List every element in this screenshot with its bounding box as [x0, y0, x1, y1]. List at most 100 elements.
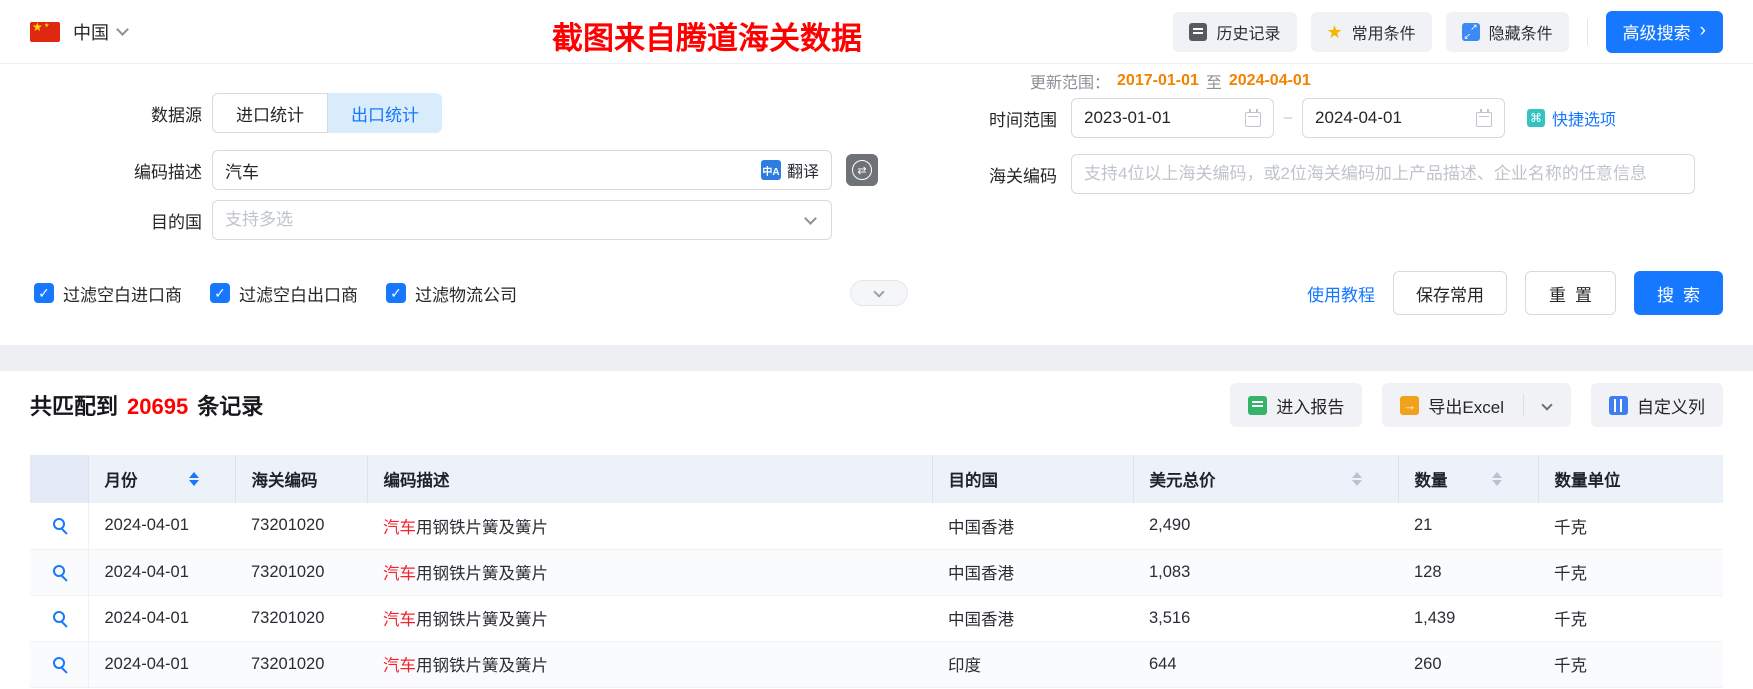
header-detail-column	[30, 455, 89, 503]
magnifier-icon[interactable]	[52, 564, 65, 577]
update-range: 更新范围： 2017-01-01 至 2024-04-01	[1030, 70, 1695, 92]
collapse-form-button[interactable]	[850, 280, 908, 306]
calendar-icon	[1476, 108, 1492, 127]
cell-qty: 21	[1398, 503, 1538, 550]
quick-options-label: 快捷选项	[1552, 112, 1617, 129]
enter-report-button[interactable]: 进入报告	[1230, 383, 1363, 427]
form-actions: 使用教程 保存常用 重置 搜索	[1307, 271, 1723, 315]
cell-desc: 汽车用钢铁片簧及簧片	[367, 595, 932, 642]
cell-dest: 印度	[932, 641, 1133, 688]
cell-hs-code: 73201020	[235, 549, 367, 596]
header-qty[interactable]: 数量	[1398, 455, 1539, 503]
export-excel-label: 导出Excel	[1428, 397, 1504, 417]
update-range-start: 2017-01-01	[1117, 72, 1199, 89]
cell-qty: 260	[1398, 641, 1538, 688]
cell-unit: 千克	[1538, 549, 1723, 596]
results-count: 20695	[127, 394, 189, 419]
search-button[interactable]: 搜索	[1634, 271, 1723, 315]
cell-month: 2024-04-01	[88, 595, 235, 642]
country-selector-label[interactable]: 中国	[73, 19, 109, 45]
dest-country-input[interactable]	[225, 210, 806, 230]
checkbox-filter-logistics[interactable]: ✓ 过滤物流公司	[386, 281, 517, 306]
time-range-label: 时间范围	[989, 110, 1057, 130]
checkbox-checked-icon: ✓	[210, 283, 230, 303]
chevron-down-icon	[804, 211, 817, 225]
quick-options-link[interactable]: ⌘ 快捷选项	[1527, 106, 1616, 130]
cell-month: 2024-04-01	[88, 641, 235, 688]
reset-button[interactable]: 重置	[1525, 271, 1616, 315]
divider	[1586, 18, 1588, 45]
hide-conditions-button[interactable]: ↗ ↙ 隐藏条件	[1445, 11, 1569, 52]
sort-icon-usd[interactable]	[1351, 471, 1362, 487]
hs-code-label: 海关编码	[989, 166, 1057, 186]
cell-qty: 128	[1398, 549, 1538, 596]
filter-checkboxes: ✓ 过滤空白进口商 ✓ 过滤空白出口商 ✓ 过滤物流公司	[34, 281, 517, 306]
translate-button[interactable]: 中A 翻译	[760, 158, 819, 182]
china-flag-icon: ★ ★	[30, 20, 60, 42]
star-icon: ★	[1326, 21, 1343, 42]
dest-country-select[interactable]	[212, 200, 832, 240]
form-right-column: 更新范围： 2017-01-01 至 2024-04-01 时间范围 2023-…	[955, 64, 1695, 194]
cell-dest: 中国香港	[932, 503, 1133, 550]
search-form: 数据源 进口统计 出口统计 编码描述 中A 翻译 ⇄ 目的国	[0, 64, 1753, 345]
date-range-dash: –	[1283, 109, 1293, 126]
cell-month: 2024-04-01	[88, 549, 235, 596]
checkbox-filter-blank-importer[interactable]: ✓ 过滤空白进口商	[34, 281, 182, 306]
history-button[interactable]: 历史记录	[1173, 11, 1297, 52]
checkbox-filter-blank-exporter[interactable]: ✓ 过滤空白出口商	[210, 281, 358, 306]
export-excel-button[interactable]: → 导出Excel	[1382, 383, 1571, 427]
cell-hs-code: 73201020	[235, 595, 367, 642]
cell-desc: 汽车用钢铁片簧及簧片	[367, 641, 932, 688]
command-icon: ⌘	[1527, 109, 1545, 127]
sort-icon-qty[interactable]	[1491, 471, 1502, 487]
chevron-down-icon	[873, 285, 885, 298]
translate-icon: 中A	[760, 160, 781, 180]
date-end-picker[interactable]: 2024-04-01	[1302, 98, 1505, 138]
advanced-search-button[interactable]: 高级搜索 ›	[1605, 10, 1723, 53]
form-left-column: 数据源 进口统计 出口统计 编码描述 中A 翻译 ⇄ 目的国	[0, 93, 878, 240]
cell-dest: 中国香港	[932, 549, 1133, 596]
topbar: ★ ★ 中国 截图来自腾道海关数据 历史记录 ★ 常用条件 ↗ ↙ 隐藏条件 高…	[0, 0, 1753, 64]
header-qty-unit: 数量单位	[1538, 455, 1723, 503]
favorites-button[interactable]: ★ 常用条件	[1310, 11, 1432, 52]
update-range-to: 至	[1205, 75, 1222, 92]
save-common-button[interactable]: 保存常用	[1393, 271, 1507, 315]
date-start-picker[interactable]: 2023-01-01	[1071, 98, 1274, 138]
header-month[interactable]: 月份	[88, 455, 236, 503]
magnifier-icon[interactable]	[52, 518, 65, 531]
tab-export-stats[interactable]: 出口统计	[328, 93, 442, 133]
tab-import-stats[interactable]: 进口统计	[212, 93, 328, 133]
code-desc-inputbox: 中A 翻译	[212, 150, 832, 190]
hs-code-input[interactable]	[1084, 164, 1682, 184]
section-gap	[0, 345, 1753, 371]
header-hs-code: 海关编码	[235, 455, 368, 503]
data-source-label: 数据源	[151, 105, 202, 125]
cell-desc: 汽车用钢铁片簧及簧片	[367, 549, 932, 596]
hs-code-inputbox	[1071, 154, 1695, 194]
results-header: 共匹配到 20695 条记录 进入报告 → 导出Excel 自定义列	[30, 383, 1723, 427]
tutorial-link[interactable]: 使用教程	[1307, 281, 1375, 306]
customize-columns-button[interactable]: 自定义列	[1591, 383, 1723, 427]
cell-hs-code: 73201020	[235, 503, 367, 550]
cell-hs-code: 73201020	[235, 641, 367, 688]
customize-columns-label: 自定义列	[1637, 397, 1705, 417]
magnifier-icon[interactable]	[52, 610, 65, 623]
code-desc-label: 编码描述	[134, 162, 202, 182]
swap-icon: ⇄	[852, 160, 872, 180]
checkbox-checked-icon: ✓	[34, 283, 54, 303]
results-table: 月份 海关编码 编码描述 目的国 美元总价 数量 数量单位 2024-04-01…	[30, 455, 1723, 688]
date-end-value: 2024-04-01	[1315, 108, 1402, 127]
code-desc-input[interactable]	[225, 160, 761, 180]
results-toolbar: 进入报告 → 导出Excel 自定义列	[1230, 383, 1723, 427]
chevron-down-icon[interactable]	[1541, 399, 1553, 411]
chevron-down-icon[interactable]	[116, 23, 129, 36]
cell-usd: 2,490	[1133, 503, 1398, 550]
calendar-icon	[1245, 108, 1261, 127]
swap-language-button[interactable]: ⇄	[846, 154, 878, 186]
magnifier-icon[interactable]	[52, 656, 65, 669]
enter-report-label: 进入报告	[1276, 397, 1345, 417]
sort-icon-month[interactable]	[188, 471, 199, 487]
columns-icon	[1609, 395, 1628, 415]
header-usd-total[interactable]: 美元总价	[1133, 455, 1399, 503]
summary-suffix: 条记录	[197, 394, 264, 419]
